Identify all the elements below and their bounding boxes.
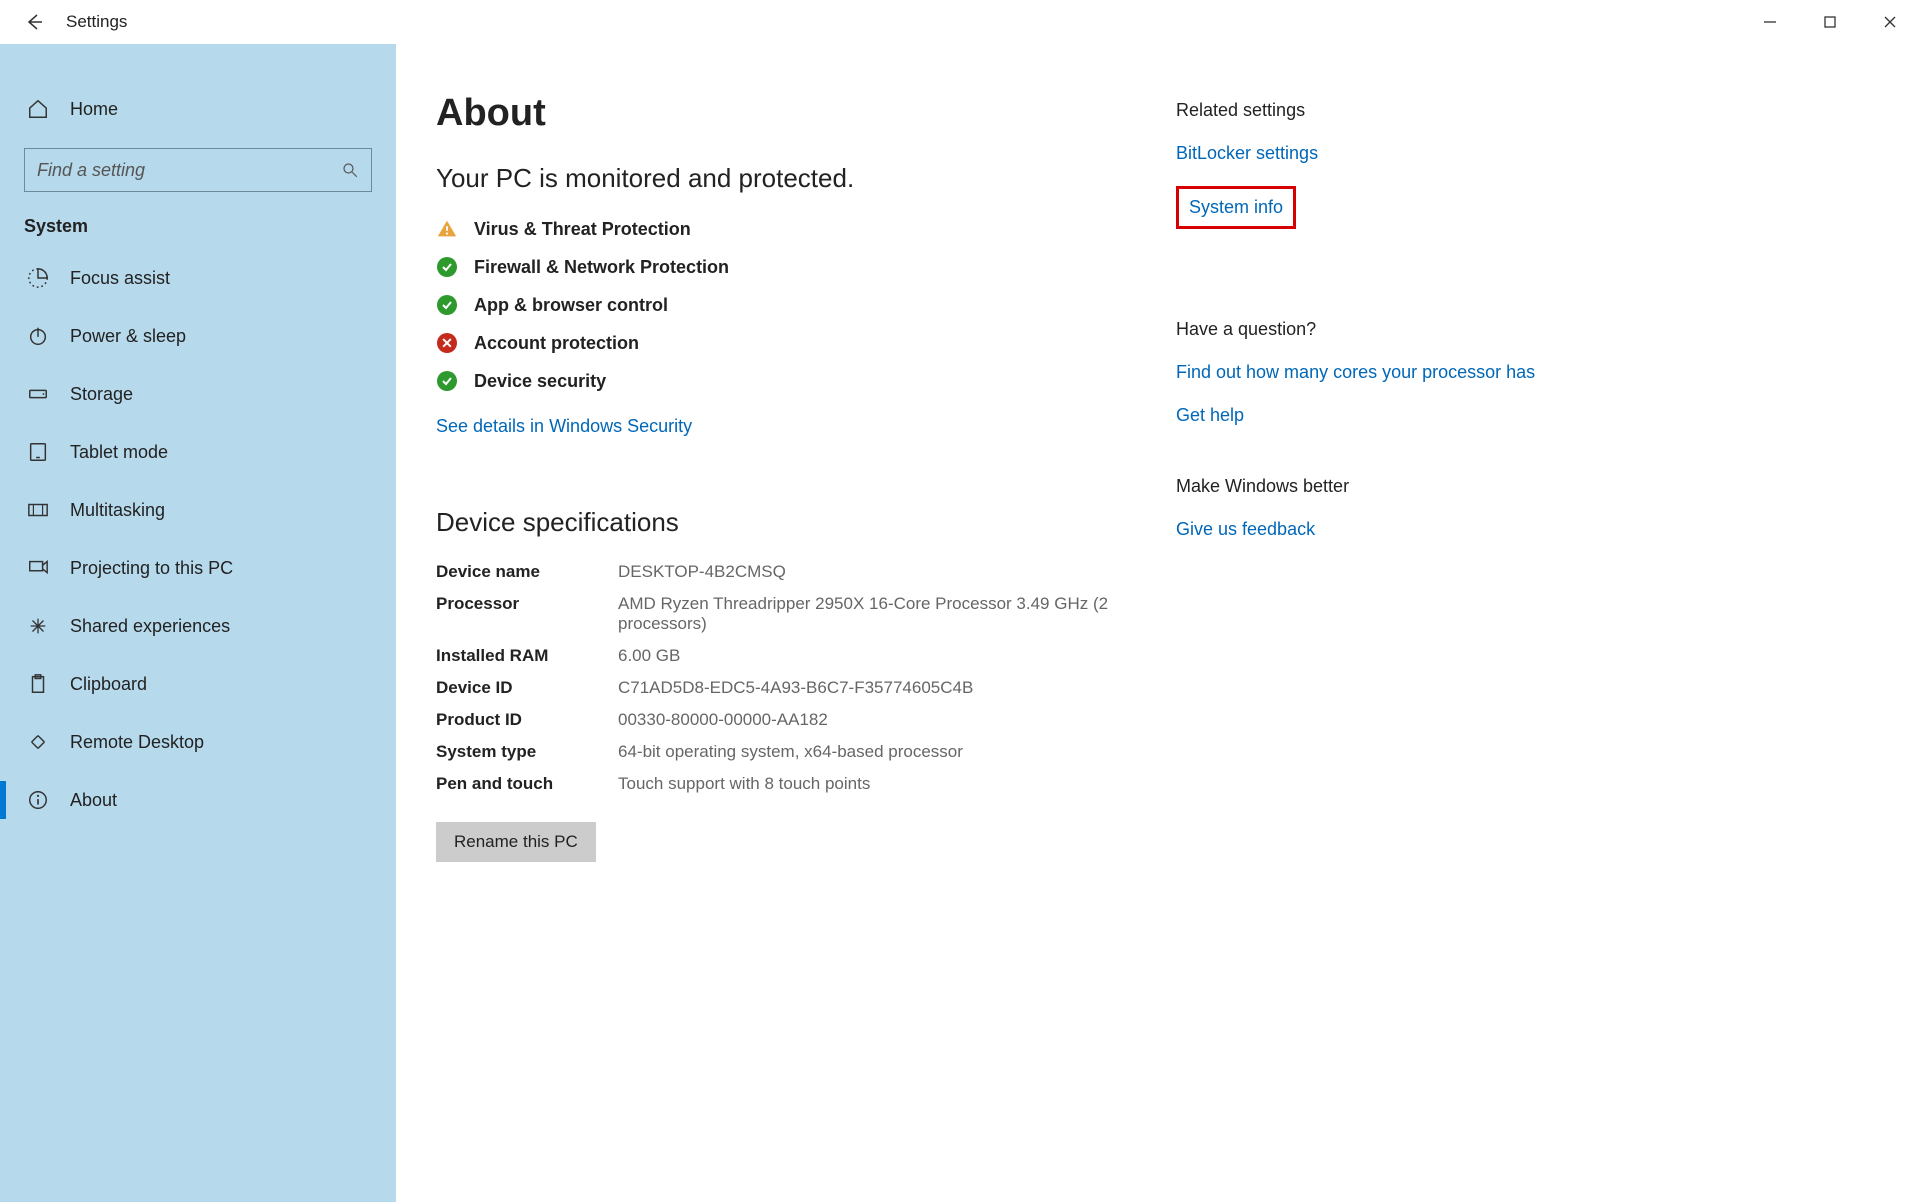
remote-icon xyxy=(24,731,52,753)
system-info-highlight: System info xyxy=(1176,186,1296,229)
sidebar-item-power[interactable]: Power & sleep xyxy=(0,307,396,365)
related-settings-heading: Related settings xyxy=(1176,100,1556,121)
spec-label: Device name xyxy=(436,562,606,582)
sidebar-category: System xyxy=(0,192,396,249)
spec-label: System type xyxy=(436,742,606,762)
back-button[interactable] xyxy=(20,8,48,36)
spec-value: 6.00 GB xyxy=(618,646,1136,666)
sidebar-item-project[interactable]: Projecting to this PC xyxy=(0,539,396,597)
spec-label: Device ID xyxy=(436,678,606,698)
check-circle-icon xyxy=(436,256,458,278)
sidebar-home[interactable]: Home xyxy=(0,84,396,134)
sidebar-item-label: Focus assist xyxy=(70,268,170,289)
tablet-icon xyxy=(24,441,52,463)
sidebar-item-label: Remote Desktop xyxy=(70,732,204,753)
search-input[interactable] xyxy=(37,160,341,181)
close-button[interactable] xyxy=(1860,0,1920,44)
project-icon xyxy=(24,557,52,579)
sidebar-item-multitask[interactable]: Multitasking xyxy=(0,481,396,539)
spec-label: Processor xyxy=(436,594,606,634)
spec-label: Product ID xyxy=(436,710,606,730)
sidebar-item-label: Power & sleep xyxy=(70,326,186,347)
sidebar-item-label: Tablet mode xyxy=(70,442,168,463)
app-title: Settings xyxy=(66,12,127,32)
warning-triangle-icon xyxy=(436,218,458,240)
spec-label: Pen and touch xyxy=(436,774,606,794)
protection-label: Device security xyxy=(474,371,606,392)
spec-value: C71AD5D8-EDC5-4A93-B6C7-F35774605C4B xyxy=(618,678,1136,698)
windows-security-link[interactable]: See details in Windows Security xyxy=(436,416,692,436)
protection-row: Firewall & Network Protection xyxy=(436,256,1136,278)
sidebar-item-label: Shared experiences xyxy=(70,616,230,637)
sidebar-item-clipboard[interactable]: Clipboard xyxy=(0,655,396,713)
protection-row: ✕ Account protection xyxy=(436,332,1136,354)
protection-label: Account protection xyxy=(474,333,639,354)
power-icon xyxy=(24,325,52,347)
rename-pc-button[interactable]: Rename this PC xyxy=(436,822,596,862)
multitask-icon xyxy=(24,499,52,521)
sidebar-item-label: Clipboard xyxy=(70,674,147,695)
get-help-link[interactable]: Get help xyxy=(1176,405,1556,426)
processor-cores-link[interactable]: Find out how many cores your processor h… xyxy=(1176,362,1556,383)
focus-icon xyxy=(24,267,52,289)
sidebar-item-remote[interactable]: Remote Desktop xyxy=(0,713,396,771)
sidebar: Settings Home System Focus assistPower &… xyxy=(0,44,396,1202)
protection-row: Device security xyxy=(436,370,1136,392)
sidebar-item-about[interactable]: About xyxy=(0,771,396,829)
shared-icon xyxy=(24,615,52,637)
spec-value: 00330-80000-00000-AA182 xyxy=(618,710,1136,730)
sidebar-item-storage[interactable]: Storage xyxy=(0,365,396,423)
protection-row: App & browser control xyxy=(436,294,1136,316)
page-title: About xyxy=(436,92,1136,135)
make-better-heading: Make Windows better xyxy=(1176,476,1556,497)
home-icon xyxy=(24,98,52,120)
maximize-button[interactable] xyxy=(1800,0,1860,44)
bitlocker-link[interactable]: BitLocker settings xyxy=(1176,143,1556,164)
spec-value: AMD Ryzen Threadripper 2950X 16-Core Pro… xyxy=(618,594,1136,634)
search-box[interactable] xyxy=(24,148,372,192)
protection-label: Firewall & Network Protection xyxy=(474,257,729,278)
main-content: About Your PC is monitored and protected… xyxy=(436,92,1136,1202)
device-spec-heading: Device specifications xyxy=(436,507,1136,538)
question-heading: Have a question? xyxy=(1176,319,1556,340)
clipboard-icon xyxy=(24,673,52,695)
protection-label: App & browser control xyxy=(474,295,668,316)
sidebar-item-focus[interactable]: Focus assist xyxy=(0,249,396,307)
protection-row: Virus & Threat Protection xyxy=(436,218,1136,240)
sidebar-item-label: Storage xyxy=(70,384,133,405)
sidebar-home-label: Home xyxy=(70,99,118,120)
spec-value: Touch support with 8 touch points xyxy=(618,774,1136,794)
spec-label: Installed RAM xyxy=(436,646,606,666)
right-column: Related settings BitLocker settings Syst… xyxy=(1176,92,1556,1202)
protection-label: Virus & Threat Protection xyxy=(474,219,691,240)
sidebar-item-shared[interactable]: Shared experiences xyxy=(0,597,396,655)
sidebar-item-label: Multitasking xyxy=(70,500,165,521)
error-circle-icon: ✕ xyxy=(436,332,458,354)
sidebar-item-label: Projecting to this PC xyxy=(70,558,233,579)
protection-heading: Your PC is monitored and protected. xyxy=(436,163,1136,194)
storage-icon xyxy=(24,383,52,405)
about-icon xyxy=(24,789,52,811)
minimize-button[interactable] xyxy=(1740,0,1800,44)
check-circle-icon xyxy=(436,294,458,316)
system-info-link[interactable]: System info xyxy=(1189,197,1283,218)
spec-value: 64-bit operating system, x64-based proce… xyxy=(618,742,1136,762)
feedback-link[interactable]: Give us feedback xyxy=(1176,519,1556,540)
sidebar-item-label: About xyxy=(70,790,117,811)
sidebar-item-tablet[interactable]: Tablet mode xyxy=(0,423,396,481)
search-icon xyxy=(341,161,359,179)
check-circle-icon xyxy=(436,370,458,392)
spec-value: DESKTOP-4B2CMSQ xyxy=(618,562,1136,582)
